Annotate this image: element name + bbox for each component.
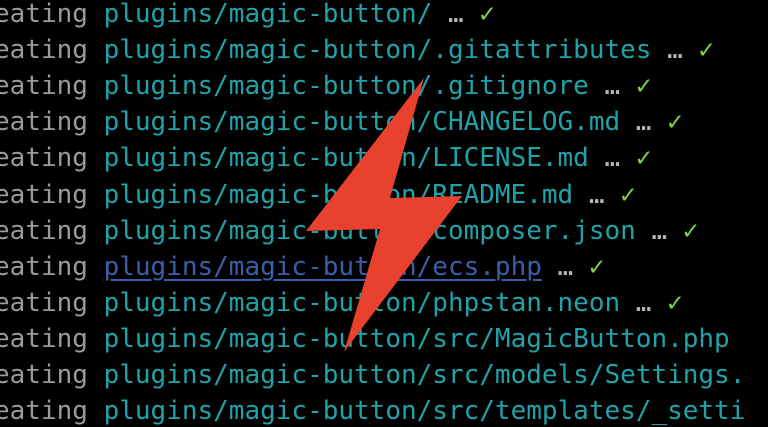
ellipsis: …	[604, 143, 621, 174]
file-path: plugins/magic-button/src/MagicButton.php	[103, 323, 730, 354]
action-verb: eating	[0, 360, 88, 390]
checkmark-icon: ✓	[588, 251, 605, 282]
terminal-line: eating plugins/magic-button/src/template…	[0, 393, 745, 427]
action-verb: eating	[0, 323, 88, 354]
action-verb: eating	[0, 107, 88, 138]
action-verb: eating	[0, 35, 88, 66]
action-verb: eating	[0, 0, 88, 29]
checkmark-icon: ✓	[698, 35, 715, 66]
terminal-line: eating plugins/magic-button/ … ✓	[0, 0, 495, 32]
terminal-output: eating plugins/magic-button/ … ✓ eating p…	[0, 0, 768, 427]
ellipsis: …	[588, 179, 605, 210]
ellipsis: …	[635, 287, 652, 318]
action-verb: eating	[0, 179, 88, 210]
terminal-line: eating plugins/magic-button/src/MagicBut…	[0, 321, 730, 357]
file-path: plugins/magic-button/src/models/Settings…	[103, 360, 746, 390]
terminal-line: eating plugins/magic-button/README.md … …	[0, 177, 636, 213]
action-verb: eating	[0, 396, 88, 427]
file-path: plugins/magic-button/.gitattributes	[103, 35, 652, 66]
checkmark-icon: ✓	[682, 215, 699, 246]
action-verb: eating	[0, 251, 88, 282]
file-path: plugins/magic-button/CHANGELOG.md	[103, 107, 621, 138]
file-path: plugins/magic-button/	[103, 0, 433, 29]
terminal-line: eating plugins/magic-button/phpstan.neon…	[0, 285, 683, 321]
ellipsis: …	[604, 71, 621, 102]
checkmark-icon: ✓	[479, 0, 495, 29]
file-path: plugins/magic-button/phpstan.neon	[103, 287, 621, 318]
ellipsis: …	[651, 215, 668, 246]
action-verb: eating	[0, 215, 88, 246]
terminal-line: eating plugins/magic-button/composer.jso…	[0, 213, 698, 249]
file-path: plugins/magic-button/LICENSE.md	[103, 143, 589, 174]
terminal-line: eating plugins/magic-button/src/models/S…	[0, 357, 745, 393]
ellipsis: …	[635, 107, 652, 138]
action-verb: eating	[0, 71, 88, 102]
ellipsis: …	[557, 251, 574, 282]
checkmark-icon: ✓	[667, 287, 683, 318]
terminal-line: eating plugins/magic-button/.gitignore ……	[0, 68, 651, 104]
file-path: plugins/magic-button/composer.json	[103, 215, 636, 246]
action-verb: eating	[0, 287, 88, 318]
terminal-line: eating plugins/magic-button/.gitattribut…	[0, 32, 714, 68]
terminal-line: eating plugins/magic-button/LICENSE.md ……	[0, 140, 651, 176]
checkmark-icon: ✓	[620, 179, 636, 210]
checkmark-icon: ✓	[635, 143, 652, 174]
terminal-line: eating plugins/magic-button/ecs.php … ✓	[0, 249, 605, 285]
checkmark-icon: ✓	[635, 71, 652, 102]
terminal-line: eating plugins/magic-button/CHANGELOG.md…	[0, 104, 683, 140]
file-path: plugins/magic-button/.gitignore	[103, 71, 589, 102]
ellipsis: …	[667, 35, 683, 66]
checkmark-icon: ✓	[667, 107, 683, 138]
file-path-link[interactable]: plugins/magic-button/ecs.php	[104, 252, 542, 282]
action-verb: eating	[0, 143, 88, 174]
file-path: plugins/magic-button/README.md	[103, 179, 574, 210]
ellipsis: …	[447, 0, 464, 29]
file-path: plugins/magic-button/src/templates/_sett…	[103, 396, 746, 427]
